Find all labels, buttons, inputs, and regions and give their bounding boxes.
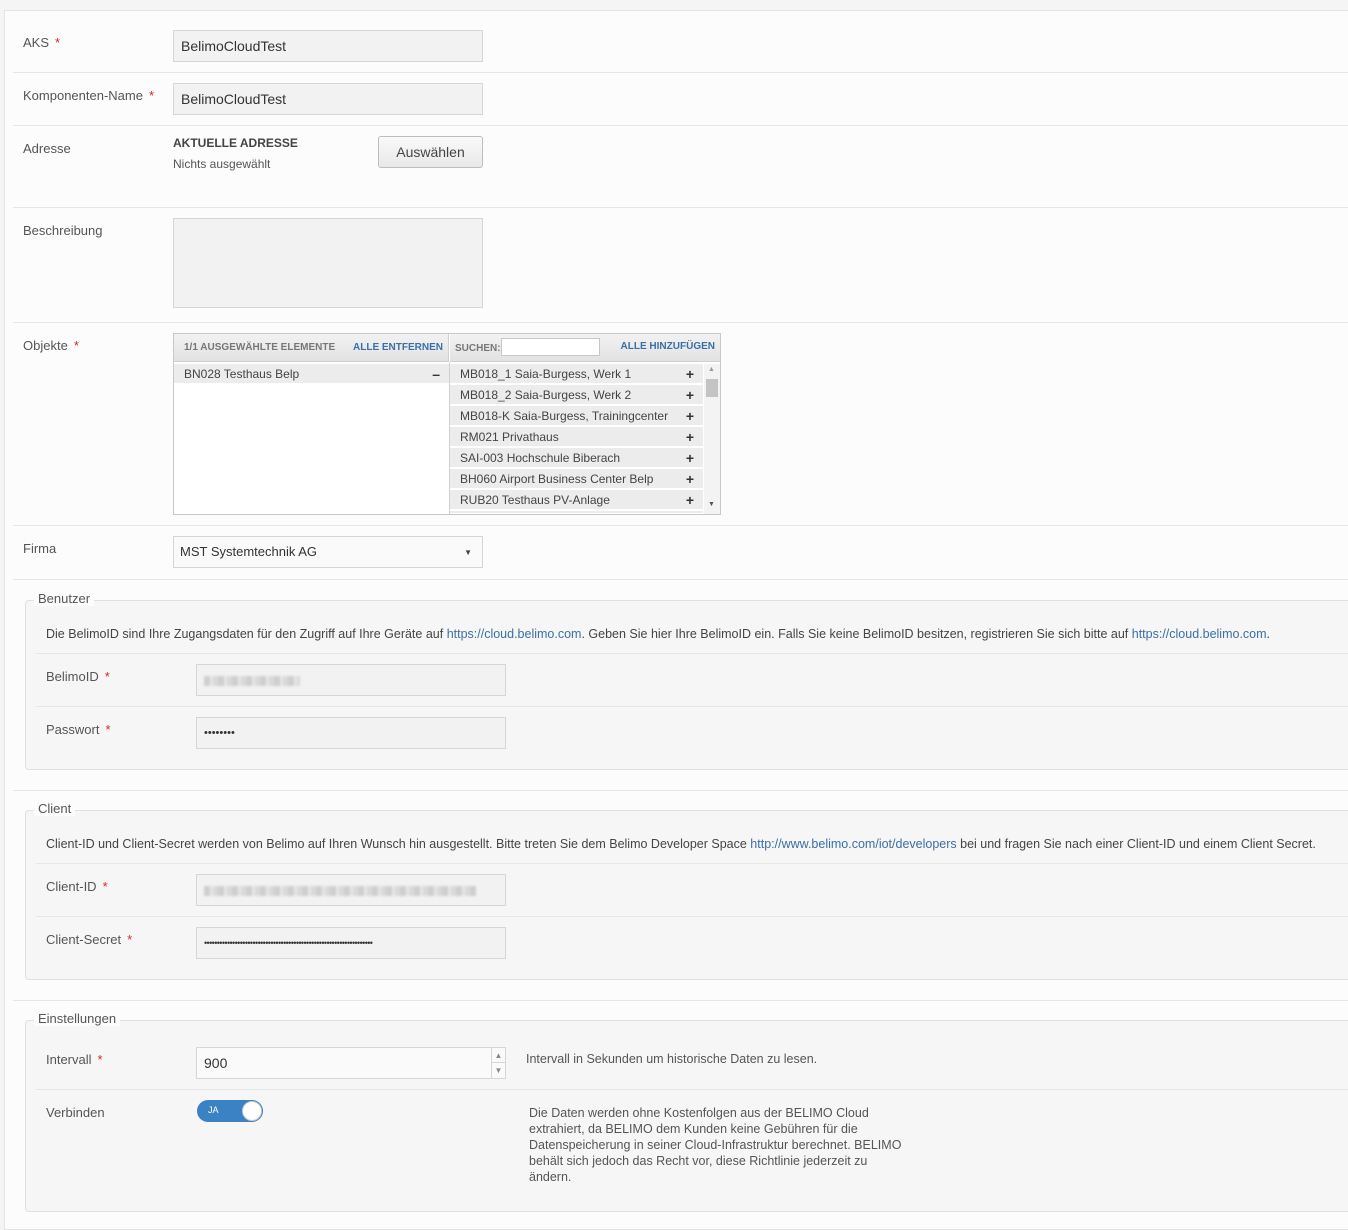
divider <box>13 1000 1348 1001</box>
available-item[interactable]: RUB20 Testhaus PV-Anlage + <box>450 490 703 510</box>
divider <box>13 322 1348 323</box>
objects-label: Objekte * <box>23 338 79 353</box>
selected-count: 1/1 AUSGEWÄHLTE ELEMENTE <box>184 342 336 353</box>
connect-label: Verbinden <box>46 1105 105 1120</box>
available-item[interactable]: BH060 Airport Business Center Belp + <box>450 469 703 489</box>
divider <box>13 790 1348 791</box>
client-secret-input[interactable]: ••••••••••••••••••••••••••••••••••••••••… <box>196 927 506 959</box>
plus-icon[interactable]: + <box>686 448 694 468</box>
user-legend: Benutzer <box>34 591 95 606</box>
chevron-down-icon: ▼ <box>464 548 472 557</box>
divider <box>13 125 1348 126</box>
connect-help: Die Daten werden ohne Kostenfolgen aus d… <box>529 1106 902 1184</box>
select-address-button[interactable]: Auswählen <box>378 136 483 168</box>
client-id-input[interactable] <box>196 874 506 906</box>
objects-dual-listbox: 1/1 AUSGEWÄHLTE ELEMENTE ALLE ENTFERNEN … <box>173 333 721 515</box>
search-label: SUCHEN: <box>455 343 501 354</box>
client-info-text: Client-ID und Client-Secret werden von B… <box>46 837 1316 851</box>
cloud-register-link[interactable]: https://cloud.belimo.com <box>1132 627 1267 641</box>
divider <box>36 916 1348 917</box>
plus-icon[interactable]: + <box>686 427 694 447</box>
available-item[interactable]: SAI-003 Hochschule Biberach + <box>450 448 703 468</box>
divider <box>36 863 1348 864</box>
redacted-value <box>204 676 300 686</box>
client-id-label: Client-ID * <box>46 879 108 894</box>
available-item-partial <box>450 511 703 514</box>
remove-all-link[interactable]: ALLE ENTFERNEN <box>353 342 443 353</box>
toggle-knob <box>242 1101 262 1121</box>
selected-item[interactable]: BN028 Testhaus Belp – <box>174 364 449 384</box>
divider <box>13 525 1348 526</box>
password-input[interactable]: •••••••• <box>196 717 506 749</box>
selected-list-header: 1/1 AUSGEWÄHLTE ELEMENTE ALLE ENTFERNEN <box>174 334 449 362</box>
divider <box>36 706 1348 707</box>
plus-icon[interactable]: + <box>686 406 694 426</box>
client-legend: Client <box>34 801 76 816</box>
belimo-id-input[interactable] <box>196 664 506 696</box>
redacted-value <box>204 886 476 896</box>
plus-icon[interactable]: + <box>686 364 694 384</box>
plus-icon[interactable]: + <box>686 469 694 489</box>
component-name-input[interactable]: BelimoCloudTest <box>173 83 483 115</box>
scrollbar-thumb[interactable] <box>706 379 718 397</box>
divider <box>13 207 1348 208</box>
toggle-state: JA <box>208 1105 219 1115</box>
objects-search-input[interactable] <box>501 338 600 356</box>
user-info-text: Die BelimoID sind Ihre Zugangsdaten für … <box>46 627 1271 641</box>
plus-icon[interactable]: + <box>686 385 694 405</box>
add-all-link[interactable]: ALLE HINZUFÜGEN <box>621 341 715 352</box>
arrow-up-icon[interactable]: ▲ <box>491 1048 505 1063</box>
available-item[interactable]: MB018_1 Saia-Burgess, Werk 1 + <box>450 364 703 384</box>
available-item[interactable]: MB018-K Saia-Burgess, Trainingcenter + <box>450 406 703 426</box>
interval-input[interactable]: 900 ▲ ▼ <box>196 1047 506 1079</box>
available-item[interactable]: MB018_2 Saia-Burgess, Werk 2 + <box>450 385 703 405</box>
company-select[interactable]: MST Systemtechnik AG ▼ <box>173 536 483 568</box>
current-address-value: Nichts ausgewählt <box>173 157 271 171</box>
plus-icon[interactable]: + <box>686 490 694 510</box>
aks-label: AKS * <box>23 35 61 50</box>
component-name-label: Komponenten-Name * <box>23 88 155 103</box>
current-address-heading: AKTUELLE ADRESSE <box>173 136 298 150</box>
divider <box>36 1089 1348 1090</box>
description-label: Beschreibung <box>23 223 103 238</box>
available-item[interactable]: RM021 Privathaus + <box>450 427 703 447</box>
password-label: Passwort * <box>46 722 111 737</box>
developers-link[interactable]: http://www.belimo.com/iot/developers <box>750 837 956 851</box>
divider <box>13 579 1348 580</box>
description-textarea[interactable] <box>173 218 483 308</box>
interval-label: Intervall * <box>46 1052 103 1067</box>
connect-toggle[interactable]: JA <box>197 1100 263 1122</box>
belimo-id-label: BelimoID * <box>46 669 110 684</box>
interval-help: Intervall in Sekunden um historische Dat… <box>526 1052 818 1066</box>
list-scrollbar[interactable]: ▲ ▼ <box>704 364 720 514</box>
available-list-header: SUCHEN: ALLE HINZUFÜGEN <box>450 334 720 362</box>
arrow-up-icon[interactable]: ▲ <box>708 366 715 373</box>
divider <box>36 653 1348 654</box>
divider <box>13 72 1348 73</box>
settings-legend: Einstellungen <box>34 1011 121 1026</box>
company-label: Firma <box>23 541 57 556</box>
arrow-down-icon[interactable]: ▼ <box>708 501 715 508</box>
arrow-down-icon[interactable]: ▼ <box>491 1063 505 1078</box>
client-secret-label: Client-Secret * <box>46 932 133 947</box>
cloud-link[interactable]: https://cloud.belimo.com <box>447 627 582 641</box>
aks-input[interactable]: BelimoCloudTest <box>173 30 483 62</box>
address-label: Adresse <box>23 141 71 156</box>
minus-icon[interactable]: – <box>432 364 440 384</box>
